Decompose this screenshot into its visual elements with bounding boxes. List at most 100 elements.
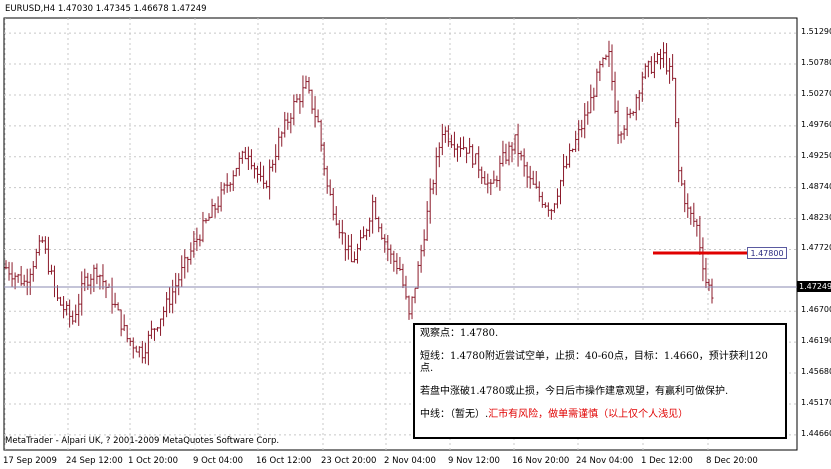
price-tick-label: 1.48230 [801,212,831,222]
ohlc-bar [119,309,123,337]
ohlc-bar [616,100,620,144]
ohlc-bar [655,52,659,65]
ohlc-bar [692,202,696,227]
ohlc-bar [565,155,569,169]
ohlc-bar [619,131,623,144]
ohlc-bar [162,306,166,327]
ohlc-bar [374,196,378,220]
price-tick-label: 1.46190 [801,336,831,346]
ohlc-bar [689,206,693,225]
ohlc-bar [77,293,81,326]
ohlc-bar [195,227,199,252]
ohlc-bar [243,147,247,160]
ohlc-bar [280,131,284,147]
analysis-comment-box[interactable]: 观察点：1.4780. 短线：1.4780附近尝试空单，止损：40-60点，目标… [413,323,787,439]
ohlc-bar [104,279,108,299]
ohlc-bar [298,93,302,114]
ohlc-bar [449,134,453,148]
ohlc-bar [595,68,599,97]
ohlc-bar [171,279,175,314]
ohlc-bar [389,244,393,264]
ohlc-bar [437,142,441,168]
ohlc-bar [28,268,32,295]
ohlc-bar [431,179,435,195]
ohlc-bar [695,218,699,237]
ohlc-bar [219,181,223,212]
ohlc-bar [368,217,372,237]
ohlc-bar [443,126,447,143]
ohlc-bar [216,196,220,214]
time-tick-label: 9 Nov 12:00 [448,456,500,466]
ohlc-bar [683,180,687,213]
ohlc-bar [149,320,153,339]
ohlc-bar [607,40,611,67]
ohlc-bar [710,278,714,304]
ohlc-bar [52,265,56,298]
ohlc-bar [558,179,562,205]
ohlc-bar [25,268,29,296]
ohlc-bar [71,310,75,325]
ohlc-bar [359,229,363,251]
price-tick-label: 1.44660 [801,428,831,438]
ohlc-bar [228,182,232,192]
ohlc-bar [610,44,614,91]
ohlc-bar [355,243,359,264]
chart-window[interactable]: EURUSD,H4 1.47030 1.47345 1.46678 1.4724… [0,0,831,469]
ohlc-bar [704,257,708,289]
ohlc-bar [680,166,684,187]
time-tick-label: 24 Sep 12:00 [66,456,123,466]
ohlc-bar [668,57,672,84]
ohlc-bar [80,271,84,316]
ohlc-bar [183,249,187,279]
ohlc-bar [362,226,366,239]
ohlc-bar [22,274,26,287]
ohlc-bar [277,127,281,161]
ohlc-bar [580,119,584,138]
ohlc-bar [92,264,96,292]
ohlc-bar [534,171,538,189]
ohlc-bar [134,345,138,353]
ohlc-bar [49,264,53,275]
ohlc-bar [371,194,375,234]
ohlc-bar [468,137,472,154]
ohlc-bar [474,153,478,165]
ohlc-bar [113,292,117,308]
ohlc-bar [159,318,163,336]
ohlc-bar [301,75,305,108]
ohlc-bar [289,113,293,134]
ohlc-bar [240,150,244,164]
ohlc-bar [95,263,99,285]
ohlc-bar [74,304,78,323]
ohlc-bar [640,71,644,102]
ohlc-bar [140,340,144,364]
ohlc-bar [10,262,14,287]
ohlc-bar [525,161,529,188]
ohlc-bar [346,234,350,260]
ohlc-bar [331,187,335,221]
time-tick-label: 1 Oct 20:00 [128,456,179,466]
ohlc-bar [262,165,266,189]
ohlc-bar [386,235,390,262]
ohlc-bar [16,273,20,283]
ohlc-bar [198,234,202,247]
ohlc-bar [604,54,608,61]
ohlc-bar [516,123,520,167]
level-price-tag[interactable]: 1.47800 [747,247,787,259]
ohlc-bar [56,285,60,302]
ohlc-bar [131,337,135,359]
time-tick-label: 2 Nov 04:00 [384,456,436,466]
ohlc-bar [43,236,47,254]
ohlc-bar [592,87,596,111]
ohlc-bar [249,149,253,170]
time-tick-label: 17 Sep 2009 [3,456,57,466]
price-tick-label: 1.46700 [801,305,831,315]
short-term-strategy: 短线：1.4780附近尝试空单，止损：40-60点，目标：1.4660，预计获利… [420,351,768,374]
mid-term-label: 中线：（暂无）. [420,409,489,420]
ohlc-bar [495,175,499,188]
ohlc-bar [631,110,635,116]
price-tick-label: 1.49760 [801,119,831,129]
ohlc-bar [271,159,275,172]
time-tick-label: 16 Nov 20:00 [512,456,570,466]
ohlc-bar [422,229,426,257]
breakout-note: 若盘中涨破1.4780或止损，今日后市操作建意观望，有赢利可做保护. [420,386,729,397]
